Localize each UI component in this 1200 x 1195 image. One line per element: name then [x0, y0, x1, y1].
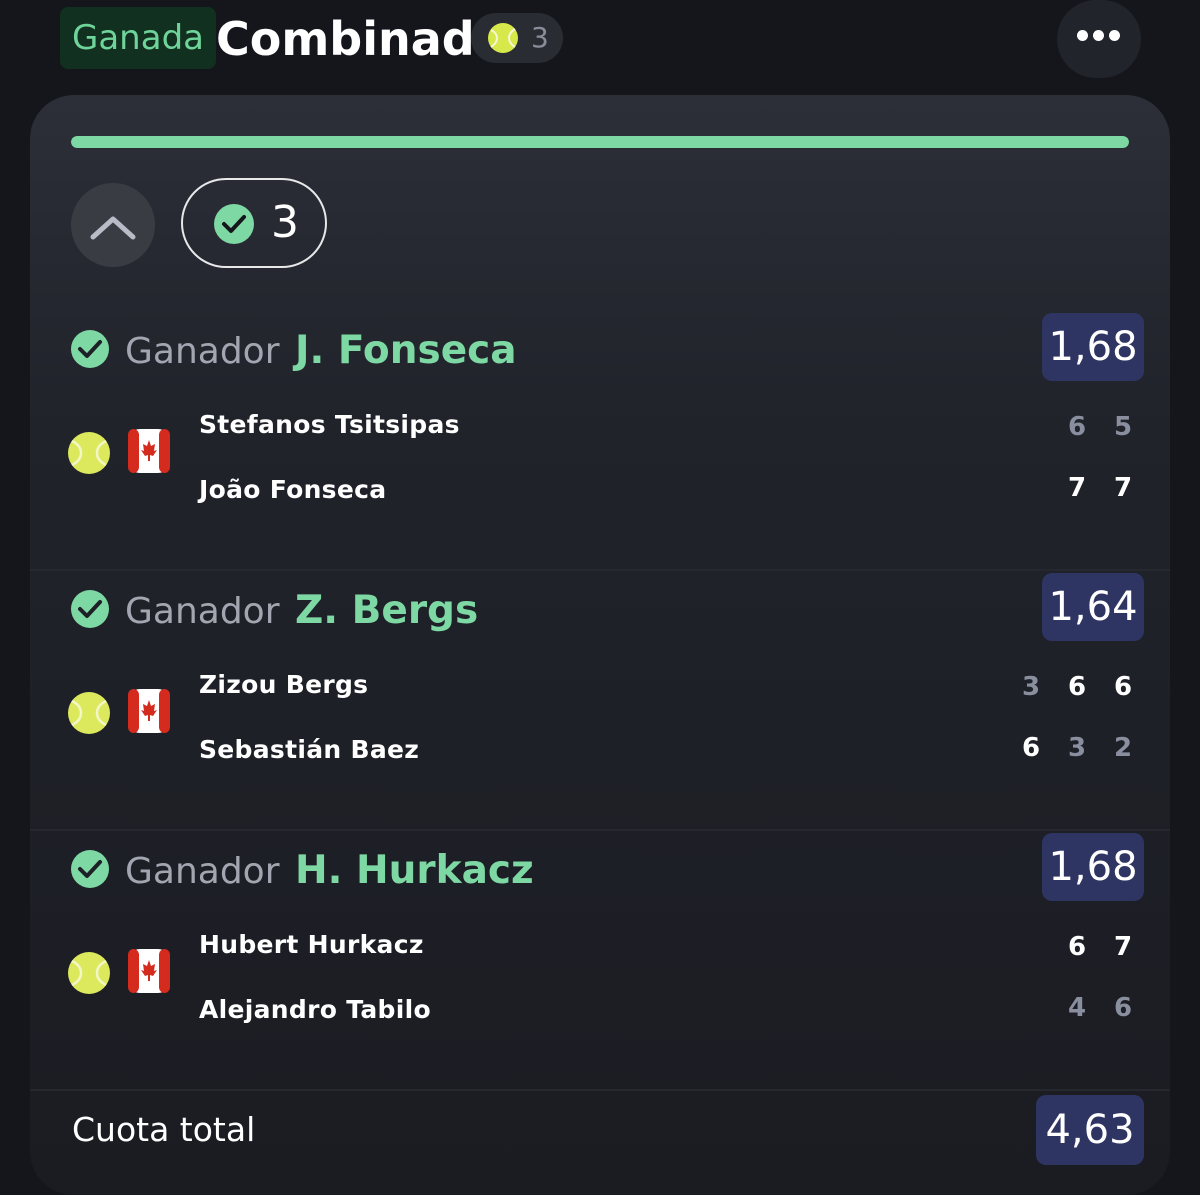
bet-leg[interactable]: Ganador J. Fonseca 1,68 Stefanos Tsitsip…	[30, 313, 1170, 571]
canada-flag-icon	[128, 949, 170, 993]
bet-header: Ganada Combinada 3	[0, 0, 1200, 90]
chevron-up-icon	[90, 216, 136, 240]
score-cell: 7	[1113, 473, 1133, 503]
player-1-name: Zizou Bergs	[199, 670, 369, 699]
selection: Ganador J. Fonseca	[125, 323, 517, 380]
score-cell: 5	[1113, 412, 1133, 442]
canada-flag-icon	[128, 429, 170, 473]
more-horizontal-icon	[1077, 30, 1121, 42]
divider	[30, 569, 1170, 571]
score-cell: 3	[1021, 672, 1041, 702]
tennis-ball-icon	[68, 692, 110, 734]
tennis-ball-icon	[488, 23, 518, 53]
page-title: Combinada	[216, 12, 506, 66]
score-cell: 6	[1067, 412, 1087, 442]
sport-count-chip: 3	[471, 13, 563, 63]
score-cell: 7	[1067, 473, 1087, 503]
more-options-button[interactable]	[1057, 0, 1141, 78]
score-cell: 6	[1113, 672, 1133, 702]
divider	[30, 1089, 1170, 1091]
score-cell: 6	[1067, 932, 1087, 962]
player-2-name: João Fonseca	[199, 475, 387, 504]
score-cell: 6	[1113, 993, 1133, 1023]
tennis-ball-icon	[68, 952, 110, 994]
selection: Ganador H. Hurkacz	[125, 843, 534, 900]
check-circle-icon	[214, 204, 254, 244]
market-label: Ganador	[125, 331, 280, 372]
tennis-ball-icon	[68, 432, 110, 474]
progress-bar	[71, 136, 1129, 148]
check-circle-icon	[71, 330, 109, 368]
pick-label: H. Hurkacz	[294, 848, 534, 893]
player-1-name: Stefanos Tsitsipas	[199, 410, 460, 439]
check-circle-icon	[71, 850, 109, 888]
total-odds-row: Cuota total 4,63	[30, 1095, 1170, 1195]
player-2-name: Alejandro Tabilo	[199, 995, 431, 1024]
score-cell: 4	[1067, 993, 1087, 1023]
player-2-name: Sebastián Baez	[199, 735, 420, 764]
canada-flag-icon	[128, 689, 170, 733]
won-count: 3	[271, 197, 299, 248]
collapse-button[interactable]	[71, 183, 155, 267]
bet-leg[interactable]: Ganador Z. Bergs 1,64 Zizou Bergs Sebast…	[30, 573, 1170, 831]
score-cell: 2	[1113, 733, 1133, 763]
leg-odds: 1,64	[1042, 573, 1144, 641]
check-circle-icon	[71, 590, 109, 628]
total-odds-value: 4,63	[1036, 1095, 1144, 1165]
market-label: Ganador	[125, 591, 280, 632]
progress-fill	[71, 136, 1129, 148]
bet-leg[interactable]: Ganador H. Hurkacz 1,68 Hubert Hurkacz A…	[30, 833, 1170, 1091]
leg-odds: 1,68	[1042, 833, 1144, 901]
score-cell: 3	[1067, 733, 1087, 763]
market-label: Ganador	[125, 851, 280, 892]
score-cell: 7	[1113, 932, 1133, 962]
status-badge: Ganada	[60, 7, 216, 69]
total-odds-label: Cuota total	[72, 1110, 256, 1149]
selection: Ganador Z. Bergs	[125, 583, 478, 640]
pick-label: J. Fonseca	[294, 328, 517, 373]
won-count-pill[interactable]: 3	[181, 178, 327, 268]
leg-odds: 1,68	[1042, 313, 1144, 381]
divider	[30, 829, 1170, 831]
pick-label: Z. Bergs	[294, 588, 479, 633]
sport-count: 3	[531, 21, 549, 54]
score-cell: 6	[1067, 672, 1087, 702]
score-cell: 6	[1021, 733, 1041, 763]
player-1-name: Hubert Hurkacz	[199, 930, 424, 959]
bet-card: 3 Ganador J. Fonseca 1,68 Stefanos Tsits…	[30, 95, 1170, 1195]
